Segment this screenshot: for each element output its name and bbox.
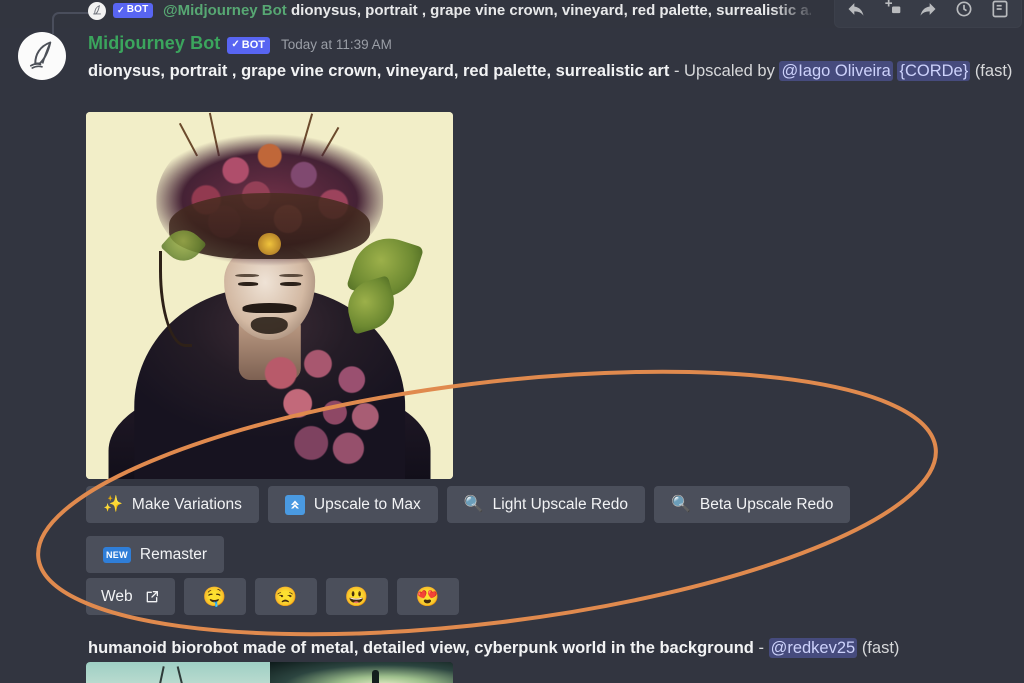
verified-check-icon: ✓: [231, 39, 239, 51]
bot-badge: ✓ BOT: [227, 37, 270, 54]
reaction-heart-eyes[interactable]: 😍: [397, 578, 459, 615]
bot-badge-label: BOT: [242, 39, 265, 51]
reply-author-name[interactable]: @Midjourney Bot: [163, 2, 287, 19]
user-mention[interactable]: @Iago Oliveira: [779, 61, 892, 81]
reply-bot-badge: ✓ BOT: [113, 3, 153, 18]
artwork-mustache: [243, 303, 296, 313]
next-message-content: humanoid biorobot made of metal, detaile…: [88, 636, 899, 660]
artwork-beard: [251, 317, 288, 334]
next-message-separator: -: [758, 639, 764, 657]
action-row-1: ✨ Make Variations Upscale to Max 🔍 Light…: [86, 486, 850, 523]
remaster-button[interactable]: NEW Remaster: [86, 536, 224, 573]
forward-icon[interactable]: [917, 0, 939, 20]
make-variations-button[interactable]: ✨ Make Variations: [86, 486, 259, 523]
reply-icon[interactable]: [845, 0, 867, 20]
next-artwork-left: [86, 662, 270, 683]
remaster-label: Remaster: [140, 546, 207, 564]
message-separator: -: [674, 62, 680, 80]
upscale-arrow-icon: [285, 495, 305, 515]
upscale-to-max-button[interactable]: Upscale to Max: [268, 486, 438, 523]
reaction-unamused-emoji: 😒: [274, 585, 298, 609]
beta-upscale-redo-label: Beta Upscale Redo: [700, 496, 834, 514]
next-message-mention[interactable]: @redkev25: [769, 638, 858, 658]
beta-upscale-redo-button[interactable]: 🔍 Beta Upscale Redo: [654, 486, 850, 523]
reply-bot-badge-label: BOT: [127, 4, 149, 16]
next-artwork-right: [270, 662, 454, 683]
magnifier-icon: 🔍: [671, 497, 691, 513]
job-id-mention[interactable]: {CORDe}: [897, 61, 970, 81]
upscale-to-max-label: Upscale to Max: [314, 496, 421, 514]
message-author-name[interactable]: Midjourney Bot: [88, 33, 220, 54]
artwork-grape-cluster: [247, 340, 416, 472]
reply-avatar: [88, 2, 106, 20]
web-label: Web: [101, 588, 133, 606]
light-upscale-redo-label: Light Upscale Redo: [493, 496, 628, 514]
sparkles-icon: ✨: [103, 497, 123, 513]
magnifier-icon: 🔍: [464, 497, 484, 513]
apps-icon[interactable]: [989, 0, 1011, 20]
artwork: [86, 112, 453, 479]
reaction-unamused[interactable]: 😒: [255, 578, 317, 615]
artwork-gold-medallion: [258, 233, 280, 255]
add-reaction-icon[interactable]: [881, 0, 903, 20]
artwork-brow-left: [236, 274, 260, 278]
message-content: dionysus, portrait , grape vine crown, v…: [88, 58, 1016, 84]
discord-channel-view: ✓ BOT @Midjourney Bot dionysus, portrait…: [0, 0, 1024, 683]
reaction-grinning[interactable]: 😃: [326, 578, 388, 615]
action-row-3: Web 🤤 😒 😃 😍: [86, 578, 459, 615]
thread-icon[interactable]: [953, 0, 975, 20]
message-timestamp: Today at 11:39 AM: [281, 37, 392, 52]
web-button[interactable]: Web: [86, 578, 175, 615]
message-header: Midjourney Bot ✓ BOT Today at 11:39 AM: [88, 33, 392, 56]
reply-fade-overlay: [770, 0, 830, 28]
generated-image-attachment[interactable]: [86, 112, 453, 479]
next-generated-image-attachment[interactable]: [86, 662, 453, 683]
message-hover-toolbar[interactable]: [834, 0, 1022, 28]
new-badge-icon: NEW: [103, 547, 131, 563]
reaction-drooling-emoji: 🤤: [203, 585, 227, 609]
next-message-speed: (fast): [862, 639, 900, 657]
action-row-2: NEW Remaster: [86, 536, 224, 573]
next-message-prompt: humanoid biorobot made of metal, detaile…: [88, 639, 754, 657]
avatar[interactable]: [18, 32, 66, 80]
make-variations-label: Make Variations: [132, 496, 242, 514]
reply-spine-line: [52, 12, 90, 34]
reaction-grinning-emoji: 😃: [345, 585, 369, 609]
reply-message-preview[interactable]: dionysus, portrait , grape vine crown, v…: [291, 2, 811, 19]
message-prompt: dionysus, portrait , grape vine crown, v…: [88, 62, 669, 80]
artwork-eye-left: [238, 282, 258, 286]
message-speed: (fast): [975, 62, 1013, 80]
message-action-text: Upscaled by: [684, 62, 775, 80]
external-link-icon: [144, 589, 160, 605]
artwork-eye-right: [281, 282, 301, 286]
verified-check-icon: ✓: [117, 4, 125, 16]
reaction-drooling[interactable]: 🤤: [184, 578, 246, 615]
reaction-heart-eyes-emoji: 😍: [416, 585, 440, 609]
light-upscale-redo-button[interactable]: 🔍 Light Upscale Redo: [447, 486, 645, 523]
artwork-brow-right: [280, 274, 304, 278]
